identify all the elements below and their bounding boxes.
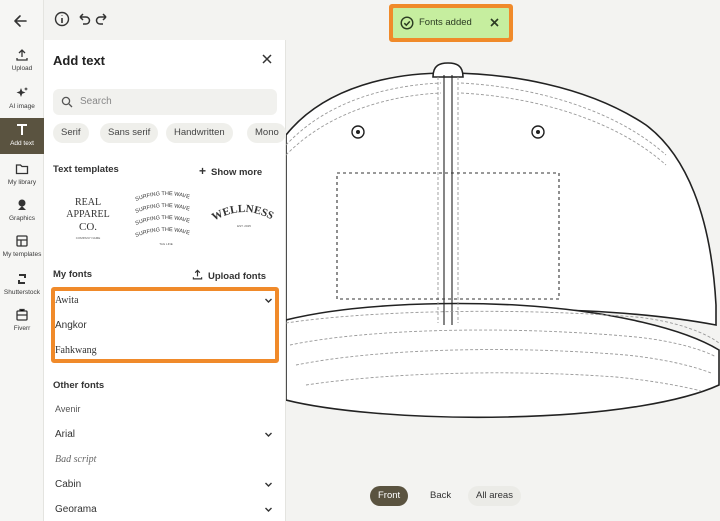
plus-icon: + bbox=[199, 164, 207, 178]
template-surfing-the-wave[interactable]: SURFING THE WAVE SURFING THE WAVE SURFIN… bbox=[132, 185, 200, 251]
text-icon bbox=[17, 124, 27, 135]
my-font-awita[interactable]: Awita bbox=[55, 288, 277, 313]
template-line: SURFING THE WAVE bbox=[135, 203, 191, 215]
svg-text:SURFING THE WAVE: SURFING THE WAVE bbox=[135, 227, 191, 239]
template-wellness[interactable]: WELLNESS EST. 2025 bbox=[210, 185, 278, 251]
chevron-down-icon bbox=[265, 432, 272, 437]
close-icon[interactable] bbox=[260, 52, 274, 66]
template-line: TAG LINE bbox=[159, 242, 172, 246]
font-name: Bad script bbox=[55, 454, 97, 465]
upload-fonts-button[interactable]: Upload fonts bbox=[192, 269, 266, 282]
toast-notification: Fonts added bbox=[393, 8, 509, 38]
font-name: Angkor bbox=[55, 320, 87, 331]
upload-fonts-label: Upload fonts bbox=[208, 271, 267, 282]
template-line: SURFING THE WAVE bbox=[135, 191, 191, 203]
design-canvas: Front Back All areas bbox=[286, 0, 720, 521]
shutterstock-icon bbox=[18, 274, 26, 284]
rail-label: Add text bbox=[10, 140, 34, 147]
rail-label: AI image bbox=[9, 103, 35, 110]
view-all-areas-button[interactable]: All areas bbox=[468, 486, 521, 506]
folder-icon bbox=[15, 164, 29, 175]
svg-text:SURFING THE WAVE: SURFING THE WAVE bbox=[135, 203, 191, 215]
chevron-down-icon bbox=[265, 507, 272, 512]
other-fonts-heading: Other fonts bbox=[53, 380, 105, 391]
rail-label: My library bbox=[7, 179, 37, 186]
template-line: APPAREL bbox=[66, 209, 110, 220]
templates-icon bbox=[16, 235, 28, 247]
close-icon[interactable] bbox=[489, 17, 500, 28]
templates-heading: Text templates bbox=[53, 164, 119, 175]
rail-my-templates[interactable]: My templates bbox=[0, 234, 44, 264]
font-name: Georama bbox=[55, 504, 97, 515]
undo-icon[interactable] bbox=[76, 11, 92, 27]
font-name: Avenir bbox=[55, 404, 81, 414]
chip-serif[interactable]: Serif bbox=[53, 123, 89, 143]
sparkle-icon bbox=[16, 87, 28, 97]
redo-icon[interactable] bbox=[94, 11, 110, 27]
search-icon bbox=[61, 96, 73, 108]
chip-mono[interactable]: Mono bbox=[247, 123, 286, 143]
view-front-button[interactable]: Front bbox=[370, 486, 409, 506]
rail-my-library[interactable]: My library bbox=[0, 162, 44, 192]
left-rail: Upload AI image Add text My library Grap… bbox=[0, 0, 44, 521]
svg-text:SURFING THE WAVE: SURFING THE WAVE bbox=[135, 215, 191, 227]
template-line: SURFING THE WAVE bbox=[135, 215, 191, 227]
check-circle-icon bbox=[400, 16, 414, 30]
rail-upload[interactable]: Upload bbox=[0, 48, 44, 78]
view-back-button[interactable]: Back bbox=[422, 486, 459, 506]
font-name: Arial bbox=[55, 429, 76, 440]
template-real-apparel[interactable]: REAL APPAREL CO. COMPANY NAME bbox=[54, 185, 122, 251]
rail-shutterstock[interactable]: Shutterstock bbox=[0, 272, 44, 302]
fiverr-icon bbox=[16, 308, 28, 321]
chevron-down-icon bbox=[265, 298, 272, 303]
chevron-down-icon bbox=[265, 482, 272, 487]
back-arrow-icon[interactable] bbox=[12, 12, 30, 30]
cap-mockup[interactable] bbox=[286, 55, 720, 425]
font-avenir[interactable]: Avenir bbox=[55, 397, 277, 422]
template-line: REAL bbox=[75, 197, 101, 208]
rail-label: Shutterstock bbox=[3, 289, 41, 296]
template-line: SURFING THE WAVE bbox=[135, 227, 191, 239]
rail-label: Fiverr bbox=[13, 325, 31, 332]
template-line: WELLNESS bbox=[210, 203, 276, 224]
show-more-label: Show more bbox=[211, 167, 263, 178]
toast-highlight: Fonts added bbox=[389, 4, 513, 42]
rail-add-text[interactable]: Add text bbox=[0, 118, 44, 154]
info-icon[interactable] bbox=[54, 11, 70, 27]
my-font-fahkwang[interactable]: Fahkwang bbox=[55, 338, 277, 363]
font-arial[interactable]: Arial bbox=[55, 422, 277, 447]
template-line: COMPANY NAME bbox=[76, 236, 100, 240]
app-window: Upload AI image Add text My library Grap… bbox=[0, 0, 720, 521]
search-placeholder: Search bbox=[80, 96, 112, 107]
font-georama[interactable]: Georama bbox=[55, 497, 277, 521]
upload-icon bbox=[16, 49, 28, 61]
graphics-icon bbox=[18, 199, 26, 210]
font-bad-script[interactable]: Bad script bbox=[55, 447, 277, 472]
font-cabin[interactable]: Cabin bbox=[55, 472, 277, 497]
template-line: EST. 2025 bbox=[237, 224, 251, 228]
font-name: Cabin bbox=[55, 479, 82, 490]
chip-handwritten[interactable]: Handwritten bbox=[166, 123, 233, 143]
rail-ai-image[interactable]: AI image bbox=[0, 86, 44, 116]
rail-graphics[interactable]: Graphics bbox=[0, 198, 44, 228]
rail-label: My templates bbox=[2, 251, 42, 258]
my-font-angkor[interactable]: Angkor bbox=[55, 313, 277, 338]
rail-label: Upload bbox=[11, 65, 33, 72]
my-fonts-heading: My fonts bbox=[53, 269, 93, 280]
toast-text: Fonts added bbox=[419, 17, 472, 28]
template-line: CO. bbox=[79, 221, 97, 233]
upload-icon bbox=[192, 269, 203, 280]
top-toolbar bbox=[44, 0, 284, 40]
chip-sans-serif[interactable]: Sans serif bbox=[100, 123, 159, 143]
font-name: Awita bbox=[55, 295, 79, 306]
svg-text:WELLNESS: WELLNESS bbox=[210, 203, 276, 224]
search-input[interactable]: Search bbox=[53, 89, 277, 115]
font-name: Fahkwang bbox=[55, 345, 97, 356]
svg-text:SURFING THE WAVE: SURFING THE WAVE bbox=[135, 191, 191, 203]
rail-fiverr[interactable]: Fiverr bbox=[0, 308, 44, 338]
show-more-button[interactable]: + Show more bbox=[199, 164, 262, 178]
rail-label: Graphics bbox=[8, 215, 35, 222]
add-text-panel: Add text Search Serif Sans serif Handwri… bbox=[44, 40, 286, 521]
panel-title: Add text bbox=[53, 53, 105, 68]
